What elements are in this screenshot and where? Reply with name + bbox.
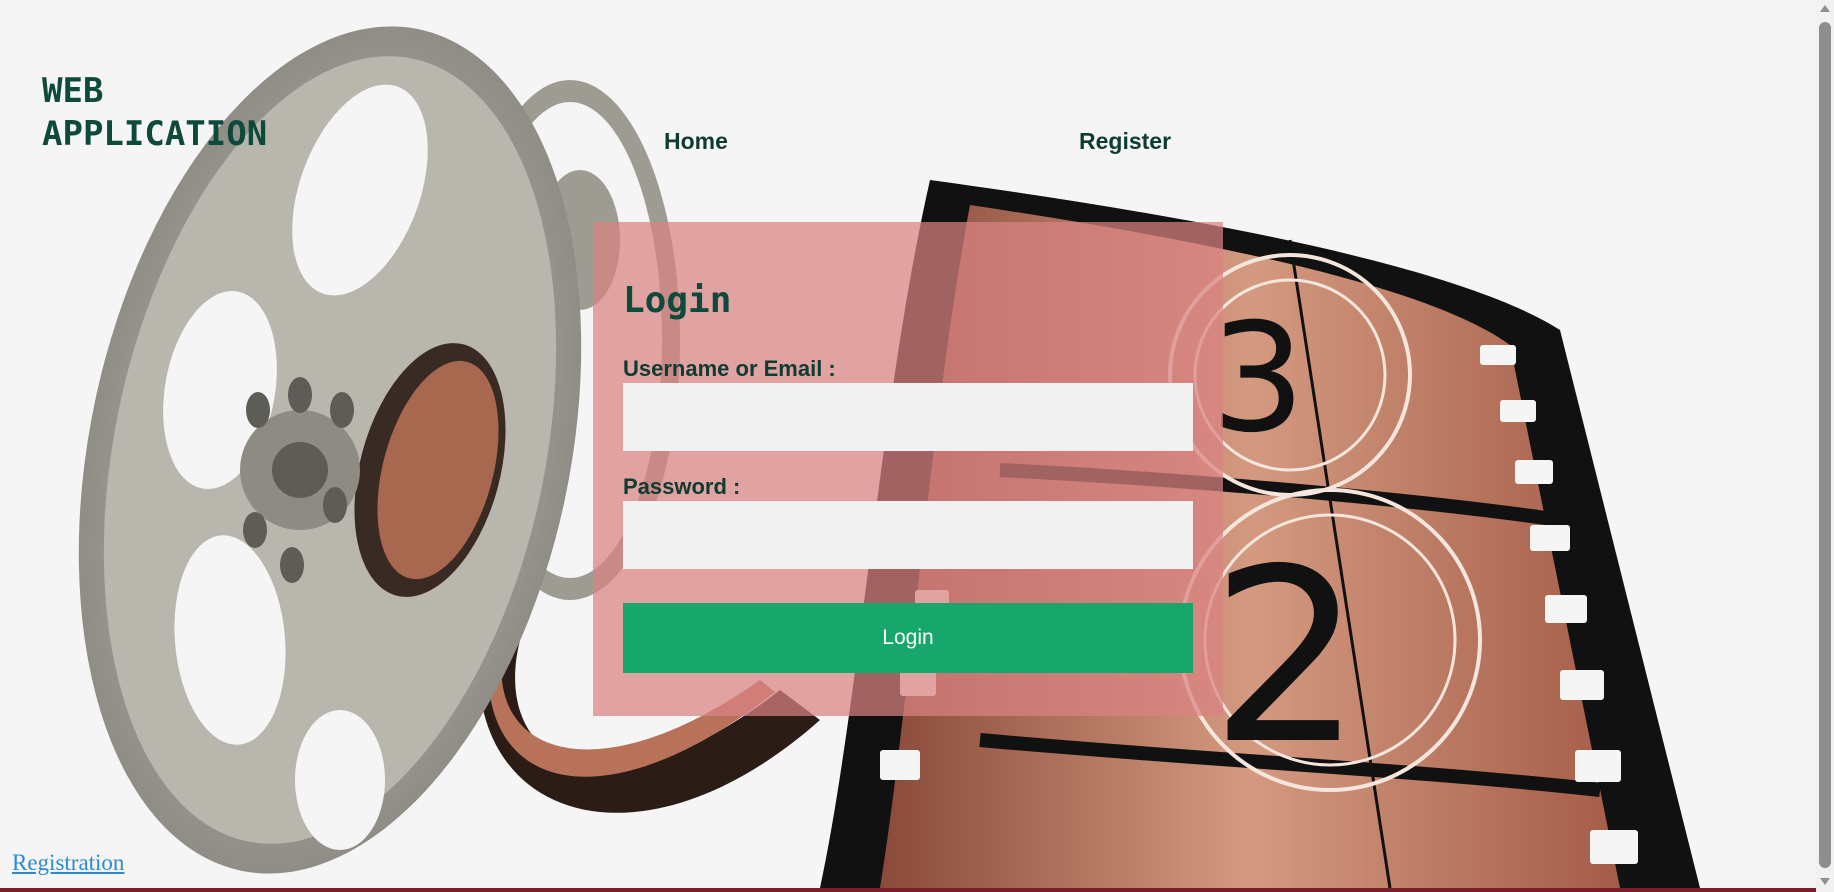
svg-text:2: 2	[1210, 517, 1363, 797]
login-panel: Login Username or Email : Password : Log…	[593, 222, 1223, 716]
svg-text:3: 3	[1210, 292, 1305, 466]
site-brand-title: WEB APPLICATION	[42, 70, 302, 156]
registration-link[interactable]: Registration	[12, 850, 124, 876]
scrollbar-thumb[interactable]	[1819, 22, 1831, 868]
triangle-up-icon[interactable]	[1816, 0, 1834, 18]
password-label: Password :	[623, 474, 741, 499]
page: 3 2 WEB APPLICATION Home Register Login …	[0, 0, 1834, 892]
brand-line-2: APPLICATION	[42, 114, 268, 154]
login-title: Login	[623, 280, 732, 321]
username-label: Username or Email :	[623, 356, 836, 381]
login-button[interactable]: Login	[623, 603, 1193, 673]
username-input[interactable]	[623, 383, 1193, 451]
vertical-scrollbar[interactable]	[1816, 0, 1834, 892]
password-input[interactable]	[623, 501, 1193, 569]
nav-home-link[interactable]: Home	[664, 128, 728, 155]
brand-line-1: WEB	[42, 71, 104, 111]
bottom-border	[0, 888, 1816, 892]
triangle-down-icon[interactable]	[1816, 872, 1834, 890]
nav-register-link[interactable]: Register	[1079, 128, 1171, 155]
